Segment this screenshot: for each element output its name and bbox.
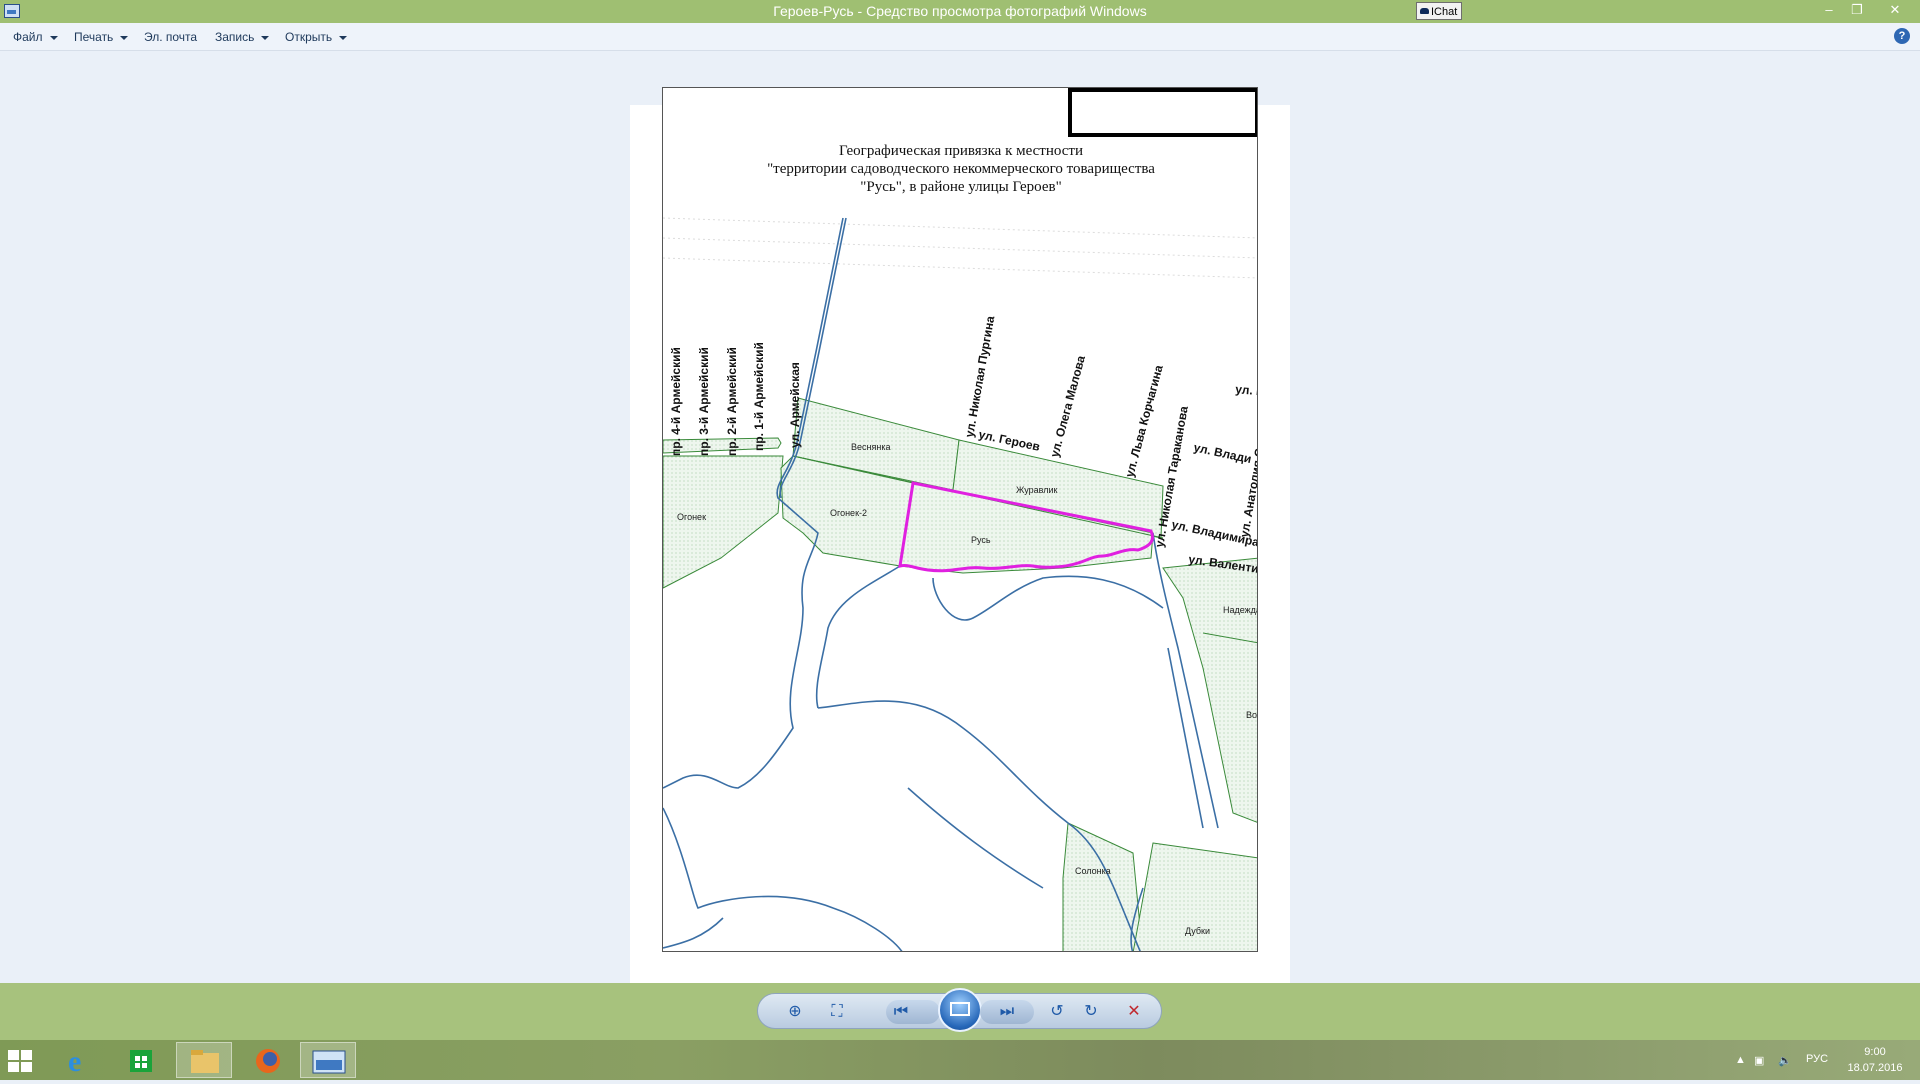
language-indicator[interactable]: РУС — [1806, 1053, 1828, 1065]
menu-email[interactable]: Эл. почта — [144, 23, 197, 51]
menu-open[interactable]: Открыть — [285, 23, 348, 51]
area-label-vol: Вол — [1246, 710, 1258, 720]
minimize-button[interactable]: – — [1816, 0, 1842, 20]
area-label-solonka: Солонка — [1075, 866, 1111, 876]
play-slideshow-button[interactable] — [938, 988, 982, 1032]
playback-controls: ⊕ ⛶ ⏮ ⏭ ↺ ↻ ✕ — [757, 988, 1162, 1032]
chevron-down-icon — [49, 35, 58, 40]
title-bar: Героев-Русь - Средство просмотра фотогра… — [0, 0, 1920, 23]
area-label-rus: Русь — [971, 535, 991, 545]
water-lines — [663, 217, 1219, 951]
area-label-ogonek-2: Огонек-2 — [830, 508, 867, 518]
menu-file[interactable]: Файл — [13, 23, 58, 51]
street-label-3: пр. 3-й Армейский — [697, 347, 711, 456]
clock-time: 9:00 — [1864, 1046, 1886, 1058]
slideshow-icon — [950, 1002, 970, 1016]
svg-text:e: e — [68, 1045, 81, 1078]
map-drawing: пр. 4-й Армейский пр. 3-й Армейский пр. … — [663, 217, 1258, 951]
menu-bar: Файл Печать Эл. почта Запись Открыть — [0, 23, 1920, 51]
delete-icon[interactable]: ✕ — [1121, 1000, 1147, 1024]
window-title: Героев-Русь - Средство просмотра фотогра… — [773, 3, 1147, 19]
help-icon[interactable]: ? — [1894, 28, 1910, 44]
start-button[interactable] — [8, 1050, 32, 1072]
clock-date: 18.07.2016 — [1847, 1062, 1903, 1074]
street-label-armeyskaya: ул. Армейская — [788, 362, 802, 448]
street-label-purgina: ул. Николая Пургина — [962, 315, 997, 439]
restore-button[interactable]: ❐ — [1844, 0, 1870, 20]
clock[interactable]: 9:00 18.07.2016 — [1838, 1044, 1912, 1076]
taskbar: e ▲ ▣ 🔈 РУС 9:00 18.07.2016 — [0, 1040, 1920, 1080]
street-label-korchagina: ул. Льва Корчагина — [1122, 363, 1165, 478]
chevron-down-icon — [339, 35, 348, 40]
close-button[interactable]: ✕ — [1882, 0, 1908, 20]
street-label-2: пр. 2-й Армейский — [725, 347, 739, 456]
street-label-4: пр. 4-й Армейский — [669, 347, 683, 456]
area-label-nadezhda: Надежда — [1223, 605, 1258, 615]
menu-print[interactable]: Печать — [74, 23, 129, 51]
street-label-malova: ул. Олега Малова — [1047, 354, 1088, 459]
area-label-zhuravlik: Журавлик — [1016, 485, 1057, 495]
chevron-down-icon — [120, 35, 129, 40]
show-hidden-icons-icon[interactable]: ▲ — [1735, 1054, 1746, 1066]
chevron-down-icon — [261, 35, 270, 40]
actual-size-icon[interactable]: ⛶ — [824, 1000, 850, 1024]
previous-icon[interactable]: ⏮ — [888, 1000, 914, 1024]
store-icon[interactable] — [114, 1042, 170, 1078]
firefox-icon[interactable] — [240, 1042, 296, 1078]
area-label-dubki: Дубки — [1185, 926, 1210, 936]
rotate-ccw-icon[interactable]: ↺ — [1044, 1000, 1070, 1024]
photo-viewer-taskbar-icon[interactable] — [300, 1042, 356, 1078]
file-explorer-icon[interactable] — [176, 1042, 232, 1078]
ichat-badge[interactable]: IChat — [1416, 2, 1462, 20]
street-label-1: пр. 1-й Армейский — [752, 342, 766, 451]
rotate-cw-icon[interactable]: ↻ — [1078, 1000, 1104, 1024]
volume-muted-icon[interactable]: 🔈 — [1778, 1054, 1792, 1067]
next-icon[interactable]: ⏭ — [994, 1000, 1020, 1024]
guide-lines — [663, 217, 1257, 279]
street-label-ts: ул. Ц — [1235, 382, 1258, 399]
network-icon[interactable]: ▣ — [1754, 1054, 1764, 1067]
control-bar: ⊕ ⛶ ⏮ ⏭ ↺ ↻ ✕ — [0, 983, 1920, 1040]
area-label-ogonek: Огонек — [677, 512, 706, 522]
area-label-vesnyanka: Веснянка — [851, 442, 890, 452]
plot-nadezhda — [1162, 557, 1257, 823]
map-document: Географическая привязка к местности "тер… — [662, 87, 1258, 952]
zoom-icon[interactable]: ⊕ — [782, 1000, 808, 1024]
street-label-vladi: ул. Влади — [1192, 440, 1252, 466]
menu-burn[interactable]: Запись — [215, 23, 270, 51]
internet-explorer-icon[interactable]: e — [54, 1042, 110, 1078]
